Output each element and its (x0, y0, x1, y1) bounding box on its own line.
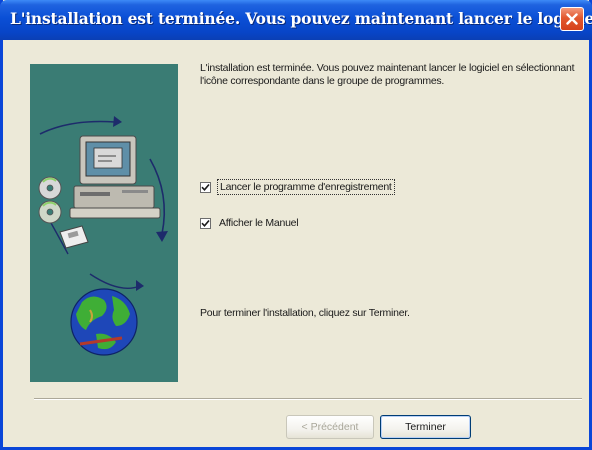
option-show-manual[interactable]: Afficher le Manuel (200, 214, 300, 232)
launch-registration-label[interactable]: Lancer le programme d'enregistrement (217, 179, 395, 195)
completion-message: L'installation est terminée. Vous pouvez… (200, 62, 575, 87)
close-icon (566, 13, 578, 25)
side-illustration (30, 64, 178, 382)
finish-instruction: Pour terminer l'installation, cliquez su… (200, 307, 410, 319)
show-manual-checkbox[interactable] (200, 217, 211, 229)
window-title: L'installation est terminée. Vous pouvez… (10, 9, 592, 28)
title-bar[interactable]: L'installation est terminée. Vous pouvez… (0, 0, 592, 40)
floppy-disk-icon (59, 225, 89, 249)
close-button[interactable] (560, 7, 584, 31)
globe-icon (70, 288, 138, 356)
checkmark-icon (201, 183, 210, 191)
button-separator (34, 398, 582, 400)
computer-icon (69, 135, 161, 219)
back-button[interactable]: < Précédent (286, 415, 374, 439)
option-launch-registration[interactable]: Lancer le programme d'enregistrement (200, 178, 395, 196)
finish-button[interactable]: Terminer (380, 415, 471, 439)
show-manual-label[interactable]: Afficher le Manuel (217, 216, 300, 230)
checkmark-icon (201, 219, 210, 227)
launch-registration-checkbox[interactable] (200, 181, 211, 193)
installation-illustration (38, 116, 168, 356)
setup-dialog: L'installation est terminée. Vous pouvez… (0, 0, 592, 450)
cd-disc-icon (38, 176, 62, 224)
